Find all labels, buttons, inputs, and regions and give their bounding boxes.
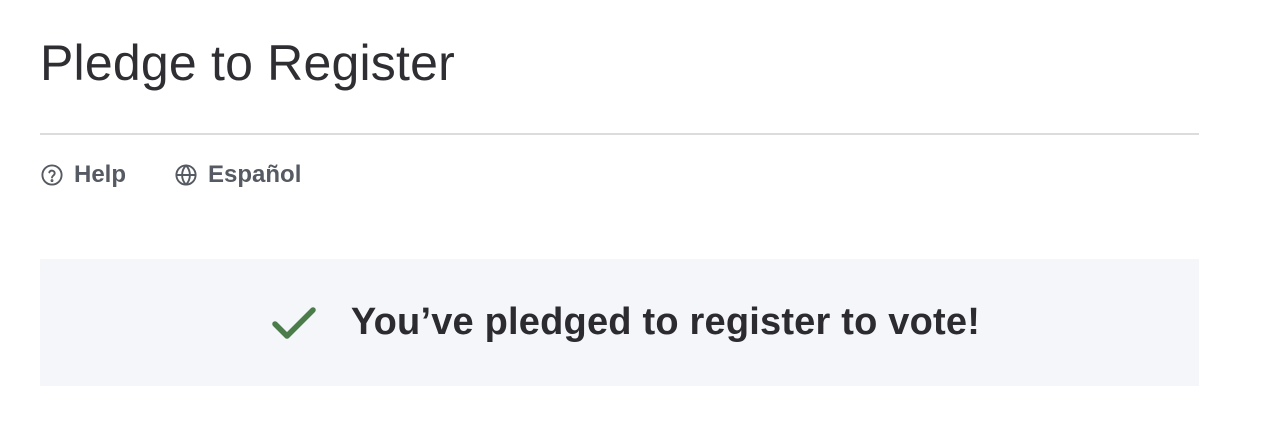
header-divider [40,133,1199,135]
help-label: Help [74,161,127,188]
confirmation-banner: You’ve pledged to register to vote! [40,259,1199,386]
help-circle-icon [40,163,64,187]
confirmation-content: You’ve pledged to register to vote! [271,301,980,344]
utility-nav: Help Español [40,158,301,192]
checkmark-icon [271,305,317,341]
help-link[interactable]: Help [40,161,126,189]
page: Pledge to Register Help Español You’ve p… [0,0,1280,442]
language-label: Español [208,161,302,188]
page-title: Pledge to Register [40,35,455,91]
confirmation-message: You’ve pledged to register to vote! [350,301,981,343]
globe-icon [174,163,198,187]
language-link[interactable]: Español [174,161,301,189]
